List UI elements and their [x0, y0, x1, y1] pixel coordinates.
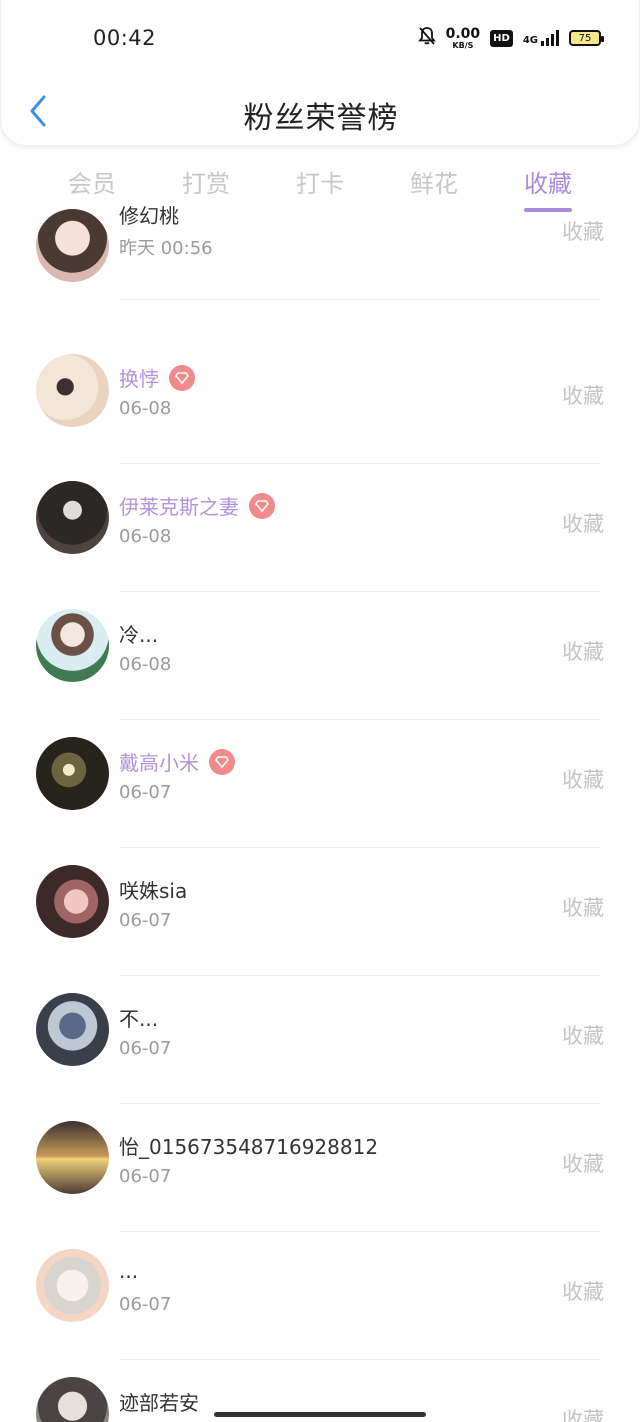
avatar [36, 1121, 109, 1194]
favorite-action[interactable]: 收藏 [562, 380, 604, 410]
avatar [36, 865, 109, 938]
avatar [36, 1249, 109, 1322]
avatar [36, 737, 109, 810]
bell-muted-icon [417, 26, 436, 50]
favorite-action[interactable]: 收藏 [562, 636, 604, 666]
item-date: 06-07 [119, 1294, 172, 1315]
signal-indicator: 4G [523, 30, 559, 46]
status-icons: 0.00 KB/S HD 4G 75 [417, 26, 604, 50]
favorite-action[interactable]: 收藏 [562, 892, 604, 922]
list-item[interactable]: 咲姝sia 06-07 收藏 [0, 826, 640, 976]
header-card: 00:42 0.00 KB/S HD 4G 75 粉丝荣誉榜 [0, 0, 640, 146]
network-type: 4G [522, 35, 538, 46]
list-item[interactable]: 换悖 06-08 收藏 [0, 314, 640, 464]
status-bar: 00:42 0.00 KB/S HD 4G 75 [1, 0, 640, 80]
battery-level: 75 [578, 32, 592, 44]
user-name: 戴高小米 [119, 751, 199, 775]
item-date: 06-07 [119, 1038, 172, 1059]
user-name: 咲姝sia [119, 879, 188, 903]
item-date: 昨天 00:56 [119, 238, 213, 259]
list-item[interactable]: 冷... 06-08 收藏 [0, 570, 640, 720]
speed-unit: KB/S [452, 40, 474, 50]
name-line: 戴高小米 [119, 747, 235, 776]
list-item[interactable]: 不... 06-07 收藏 [0, 954, 640, 1104]
user-name: 伊莱克斯之妻 [119, 495, 239, 519]
name-line: ... [119, 1259, 138, 1283]
list-item[interactable]: 怡_015673548716928812 06-07 收藏 [0, 1082, 640, 1232]
name-line: 换悖 [119, 363, 195, 392]
name-line: 伊莱克斯之妻 [119, 491, 275, 520]
favorite-action[interactable]: 收藏 [562, 1148, 604, 1178]
name-line: 咲姝sia [119, 875, 187, 904]
favorite-action[interactable]: 收藏 [562, 508, 604, 538]
list-item[interactable]: 伊莱克斯之妻 06-08 收藏 [0, 442, 640, 592]
list-item[interactable]: 迹部若安 收藏 [0, 1338, 640, 1422]
avatar [36, 609, 109, 682]
page-title: 粉丝荣誉榜 [243, 101, 399, 136]
user-name: ... [119, 1259, 139, 1283]
favorite-action[interactable]: 收藏 [562, 1276, 604, 1306]
item-date: 06-07 [119, 1166, 172, 1187]
avatar [36, 993, 109, 1066]
battery-icon: 75 [569, 30, 604, 46]
hd-badge: HD [490, 29, 513, 47]
avatar [36, 209, 109, 282]
user-name: 修幻桃 [119, 204, 179, 228]
name-line: 不... [119, 1003, 158, 1032]
home-indicator[interactable] [214, 1412, 426, 1417]
favorite-action[interactable]: 收藏 [562, 764, 604, 794]
list-item[interactable]: 修幻桃 昨天 00:56 收藏 [0, 186, 640, 314]
list-item[interactable]: 戴高小米 06-07 收藏 [0, 698, 640, 848]
avatar [36, 481, 109, 554]
name-line: 冷... [119, 619, 158, 648]
list-item[interactable]: ... 06-07 收藏 [0, 1210, 640, 1360]
speed-value: 0.00 [445, 25, 481, 42]
favorite-action[interactable]: 收藏 [562, 216, 604, 246]
diamond-icon [169, 364, 195, 391]
diamond-icon [209, 748, 235, 775]
user-name: 冷... [119, 623, 159, 647]
network-speed: 0.00 KB/S [446, 27, 481, 50]
name-line: 怡_015673548716928812 [119, 1131, 378, 1160]
status-time: 00:42 [93, 26, 157, 50]
favorite-action[interactable]: 收藏 [562, 1020, 604, 1050]
item-date: 06-07 [119, 782, 172, 803]
item-date: 06-08 [119, 526, 172, 547]
name-line: 迹部若安 [119, 1387, 199, 1416]
diamond-icon [249, 492, 275, 519]
name-line: 修幻桃 [119, 200, 179, 229]
avatar [36, 1377, 109, 1422]
item-date: 06-08 [119, 654, 172, 675]
user-name: 不... [119, 1007, 159, 1031]
signal-bars-icon [541, 30, 559, 46]
user-name: 换悖 [119, 367, 159, 391]
user-name: 迹部若安 [119, 1391, 199, 1415]
avatar [36, 354, 109, 427]
item-date: 06-08 [119, 398, 172, 419]
favorite-action[interactable]: 收藏 [562, 1404, 604, 1422]
item-date: 06-07 [119, 910, 172, 931]
divider [119, 299, 600, 300]
user-name: 怡_015673548716928812 [119, 1135, 379, 1159]
